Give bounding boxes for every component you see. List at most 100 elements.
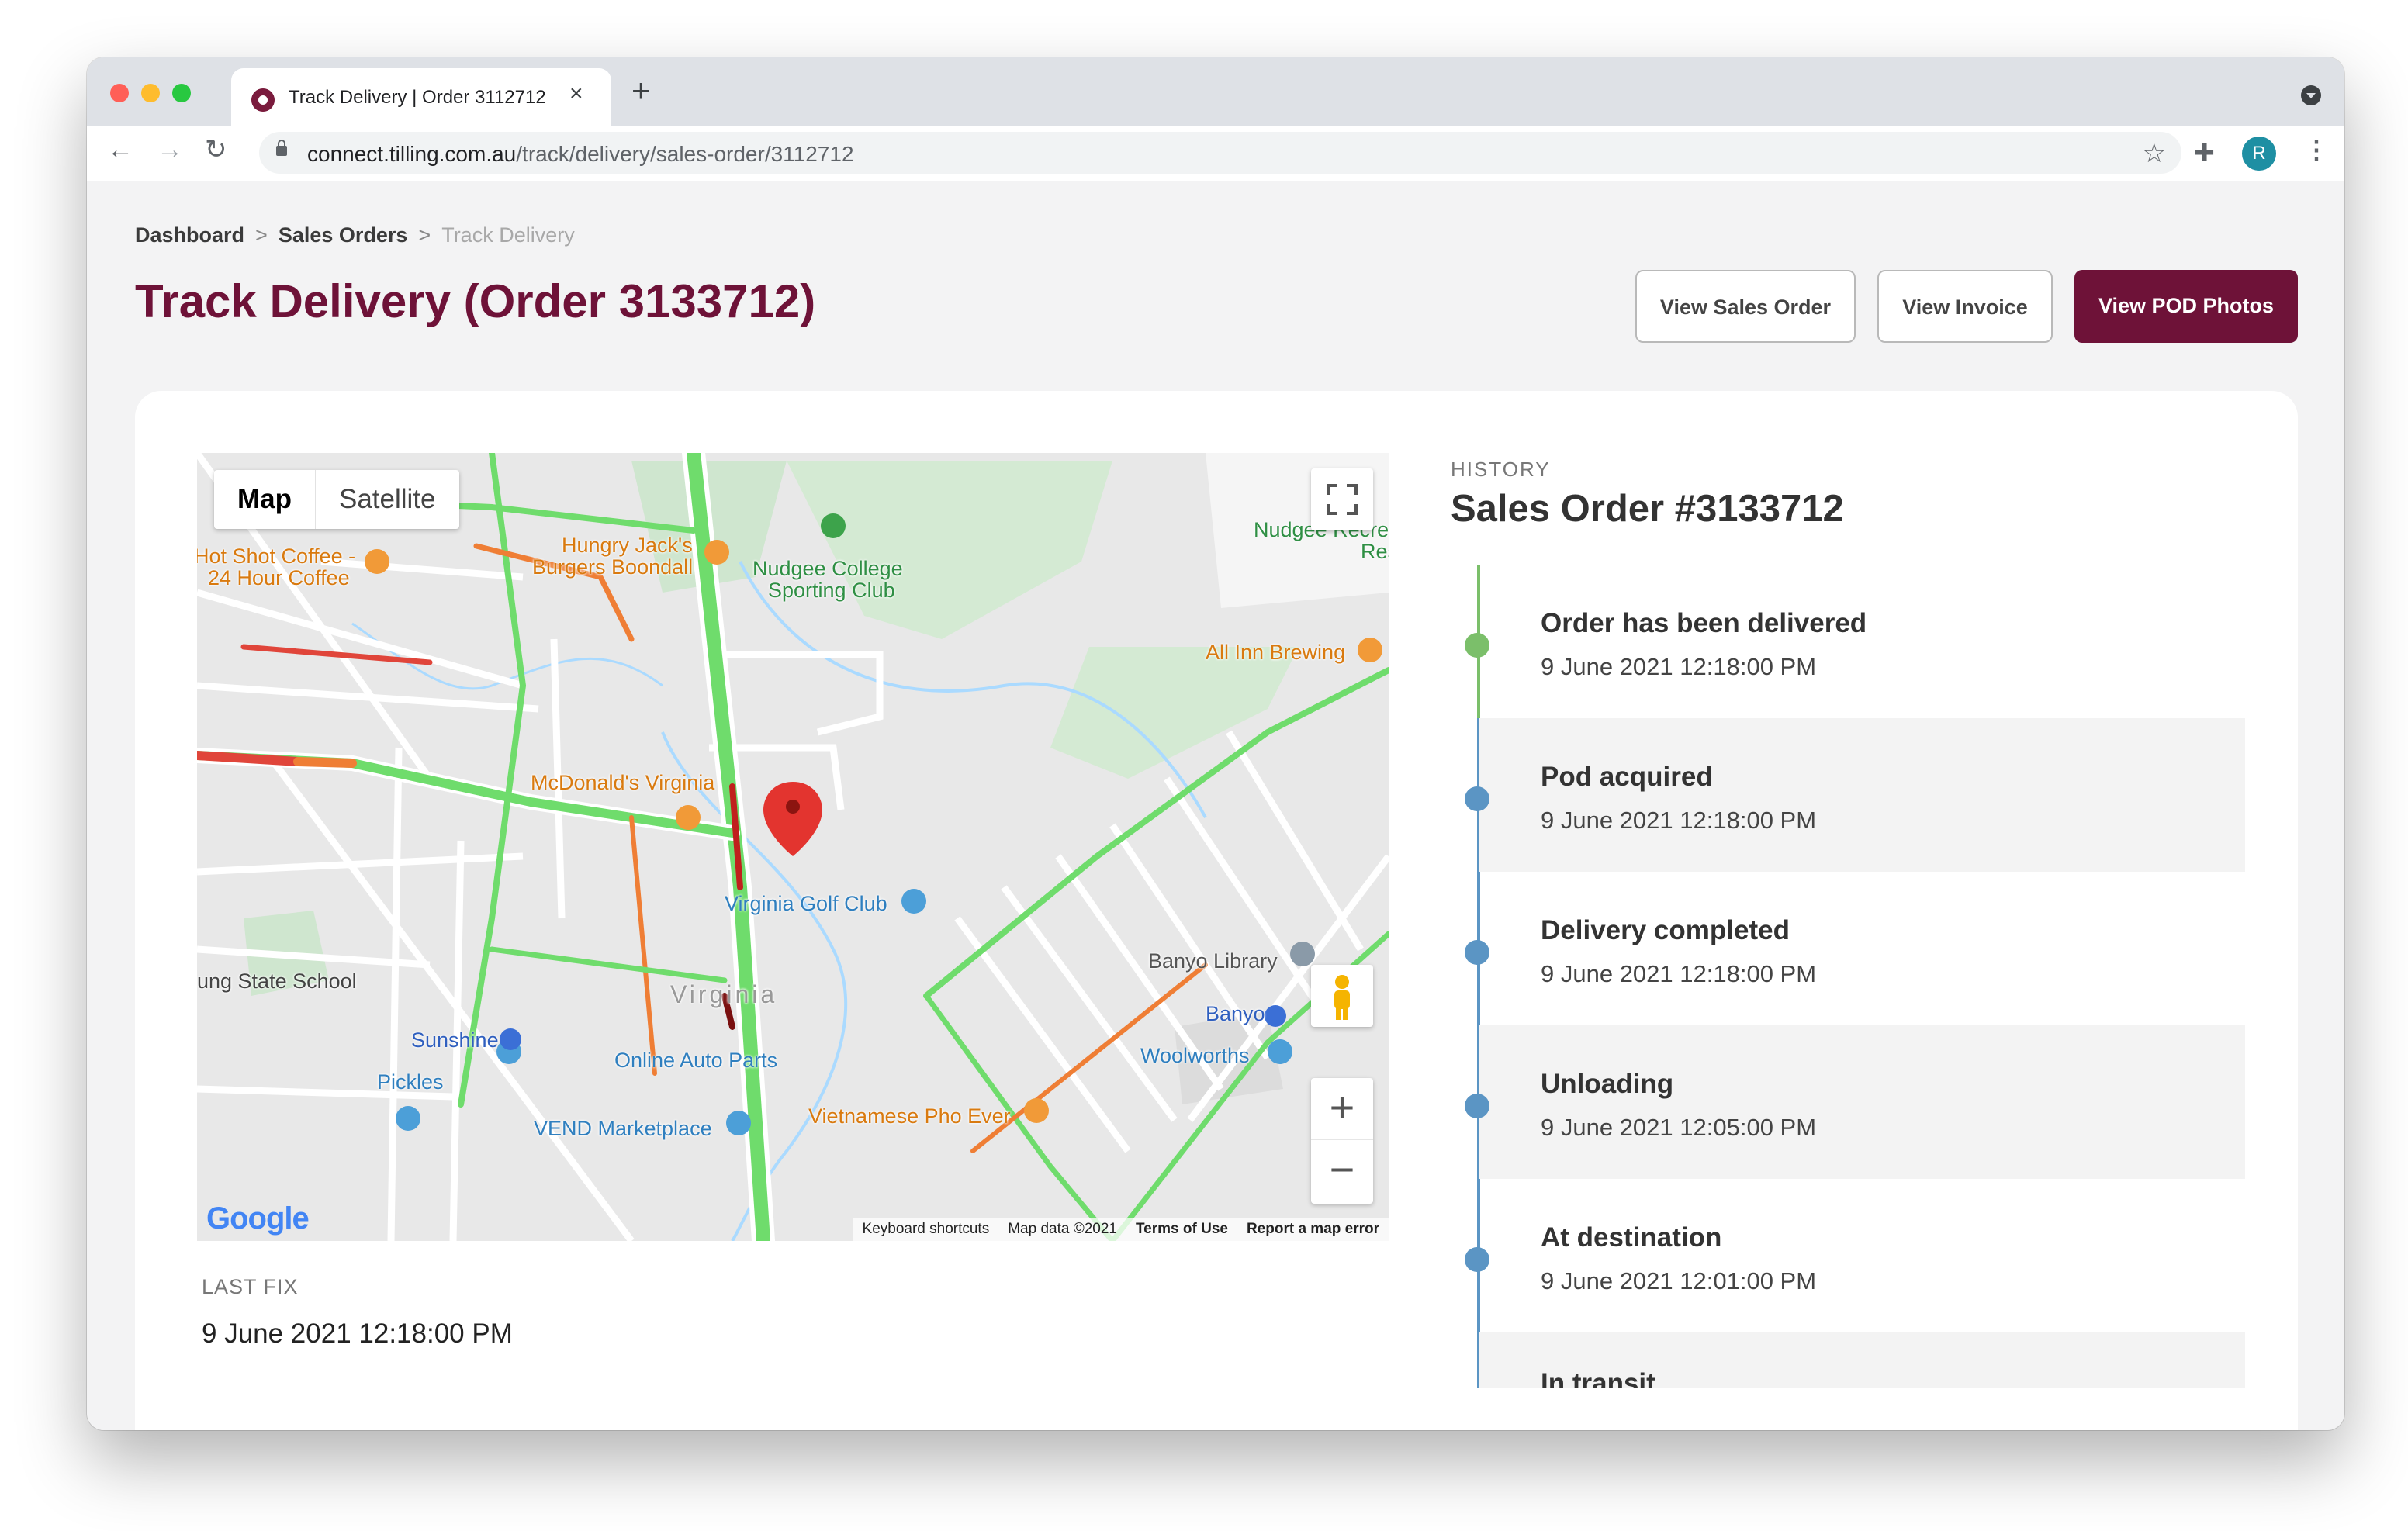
- breadcrumb-dashboard[interactable]: Dashboard: [135, 223, 244, 247]
- map-type-satellite-button[interactable]: Satellite: [316, 470, 459, 529]
- back-icon[interactable]: ←: [107, 137, 133, 163]
- tab-bar: Track Delivery | Order 3112712 × +: [87, 57, 2344, 126]
- bookmark-star-icon[interactable]: ☆: [2143, 138, 2166, 169]
- browser-tab[interactable]: Track Delivery | Order 3112712 ×: [231, 68, 611, 126]
- close-tab-icon[interactable]: ×: [569, 82, 583, 105]
- new-tab-icon[interactable]: +: [631, 74, 651, 107]
- map-place-label: 24 Hour Coffee: [208, 566, 350, 589]
- event-time: 9 June 2021 12:18:00 PM: [1541, 807, 1817, 834]
- timeline-event: Order has been delivered 9 June 2021 12:…: [1465, 565, 2245, 718]
- lock-icon: [276, 140, 287, 156]
- breadcrumb-separator: >: [255, 223, 268, 247]
- history-timeline: Order has been delivered 9 June 2021 12:…: [1451, 565, 2245, 1388]
- timeline-dot: [1465, 1094, 1489, 1118]
- pegman-icon: [1334, 975, 1350, 1020]
- map-place-label: VEND Marketplace: [534, 1117, 712, 1140]
- event-title: Order has been delivered: [1541, 608, 1867, 638]
- tab-title: Track Delivery | Order 3112712: [289, 87, 546, 108]
- breadcrumb-separator: >: [418, 223, 431, 247]
- reload-icon[interactable]: ↻: [205, 137, 227, 163]
- map-place-label: McDonald's Virginia: [531, 771, 715, 794]
- url-path: /track/delivery/sales-order/3112712: [516, 142, 854, 166]
- history-label: HISTORY: [1451, 458, 1551, 481]
- map-footer: Keyboard shortcuts Map data ©2021 Terms …: [853, 1218, 1389, 1241]
- browser-toolbar: ← → ↻ connect.tilling.com.au/track/deliv…: [87, 126, 2344, 181]
- event-time: 9 June 2021 12:05:00 PM: [1541, 1114, 1817, 1141]
- street-view-pegman[interactable]: [1311, 965, 1373, 1027]
- map-type-map-button[interactable]: Map: [214, 470, 316, 529]
- map-place-label: Woolworths: [1140, 1044, 1250, 1067]
- keyboard-shortcuts-link[interactable]: Keyboard shortcuts: [863, 1218, 990, 1241]
- event-title: At destination: [1541, 1222, 1722, 1253]
- tracking-card: Hungry Jack's Burgers Boondall Nudgee Co…: [135, 391, 2298, 1430]
- breadcrumb-sales-orders[interactable]: Sales Orders: [279, 223, 408, 247]
- view-sales-order-button[interactable]: View Sales Order: [1635, 270, 1856, 343]
- map-place-label: Hot Shot Coffee -: [197, 544, 356, 568]
- fullscreen-button[interactable]: [1311, 468, 1373, 530]
- map-place-label: Sunshine: [411, 1028, 499, 1052]
- map-place-label: Pickles: [377, 1070, 444, 1094]
- timeline-dot: [1465, 633, 1489, 658]
- timeline-event: Delivery completed 9 June 2021 12:18:00 …: [1465, 872, 2245, 1025]
- event-title: Pod acquired: [1541, 762, 1713, 792]
- view-pod-photos-button[interactable]: View POD Photos: [2074, 270, 2298, 343]
- breadcrumb-current: Track Delivery: [441, 223, 575, 247]
- event-time: 9 June 2021 12:18:00 PM: [1541, 960, 1817, 987]
- fullscreen-icon: [1327, 484, 1358, 515]
- timeline-dot: [1465, 1247, 1489, 1272]
- google-logo-text: Google: [206, 1201, 310, 1236]
- map-place-label: Banyo Library: [1148, 949, 1278, 973]
- map-place-label: All Inn Brewing: [1206, 641, 1346, 664]
- url-host: connect.tilling.com.au: [307, 142, 517, 166]
- last-fix-label: LAST FIX: [202, 1275, 299, 1298]
- history-title: Sales Order #3133712: [1451, 488, 1844, 530]
- timeline-event: Pod acquired 9 June 2021 12:18:00 PM: [1465, 718, 2245, 872]
- map-place-label: Online Auto Parts: [614, 1049, 778, 1072]
- close-window-button[interactable]: [110, 84, 129, 102]
- map-place-label: Virginia: [670, 980, 778, 1008]
- delivery-map[interactable]: Hungry Jack's Burgers Boondall Nudgee Co…: [197, 453, 1389, 1241]
- address-bar[interactable]: connect.tilling.com.au/track/delivery/sa…: [259, 132, 2181, 174]
- zoom-out-button[interactable]: −: [1311, 1140, 1373, 1202]
- event-title: Unloading: [1541, 1069, 1674, 1099]
- map-place-label: Res: [1361, 540, 1389, 563]
- timeline-dot: [1465, 786, 1489, 811]
- map-type-control: Map Satellite: [214, 470, 459, 529]
- map-place-label: Vietnamese Pho Ever: [808, 1104, 1011, 1128]
- map-place-label: Sporting Club: [768, 579, 895, 602]
- event-time: 9 June 2021 12:18:00 PM: [1541, 653, 1817, 680]
- map-place-label: Banyo: [1206, 1002, 1265, 1025]
- browser-menu-icon[interactable]: ⋮: [2304, 135, 2329, 164]
- map-place-label: Nudgee College: [752, 557, 903, 580]
- event-time: 9 June 2021 12:01:00 PM: [1541, 1267, 1817, 1294]
- map-place-label: ung State School: [197, 969, 357, 993]
- terms-of-use-link[interactable]: Terms of Use: [1136, 1218, 1228, 1241]
- url-text: connect.tilling.com.au/track/delivery/sa…: [307, 142, 854, 167]
- timeline-dot: [1465, 940, 1489, 965]
- map-data-text: Map data ©2021: [1008, 1221, 1117, 1237]
- timeline-event: At destination 9 June 2021 12:01:00 PM: [1465, 1179, 2245, 1332]
- favicon-icon: [251, 88, 275, 112]
- map-place-label: Virginia Golf Club: [725, 892, 887, 915]
- tab-search-icon[interactable]: [2301, 85, 2321, 105]
- breadcrumb: Dashboard > Sales Orders > Track Delivery: [135, 223, 575, 247]
- map-place-label: Burgers Boondall: [532, 555, 694, 579]
- page-title: Track Delivery (Order 3133712): [135, 275, 816, 327]
- timeline-event: In transit: [1479, 1332, 2245, 1388]
- maximize-window-button[interactable]: [172, 84, 191, 102]
- browser-window: Track Delivery | Order 3112712 × + ← → ↻…: [87, 57, 2344, 1430]
- zoom-in-button[interactable]: +: [1311, 1078, 1373, 1140]
- profile-avatar[interactable]: R: [2242, 137, 2276, 171]
- report-map-error-link[interactable]: Report a map error: [1247, 1218, 1379, 1241]
- forward-icon[interactable]: →: [157, 137, 183, 163]
- google-logo: Google: [206, 1201, 310, 1236]
- extensions-icon[interactable]: ✚: [2194, 138, 2215, 168]
- minimize-window-button[interactable]: [141, 84, 160, 102]
- event-title: In transit: [1541, 1368, 1656, 1388]
- timeline-event: Unloading 9 June 2021 12:05:00 PM: [1465, 1025, 2245, 1179]
- event-title: Delivery completed: [1541, 915, 1790, 945]
- page-content: Dashboard > Sales Orders > Track Delivery Tr…: [87, 181, 2344, 1430]
- view-invoice-button[interactable]: View Invoice: [1877, 270, 2053, 343]
- zoom-control: + −: [1311, 1078, 1373, 1204]
- map-place-label: Hungry Jack's: [562, 534, 693, 557]
